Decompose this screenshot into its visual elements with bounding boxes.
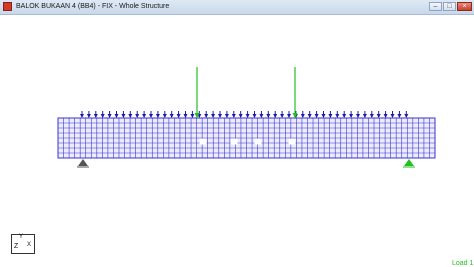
distributed-load-arrowhead	[397, 114, 402, 118]
distributed-load-arrowhead	[93, 114, 98, 118]
distributed-load-arrowhead	[135, 114, 140, 118]
distributed-load-arrowhead	[107, 114, 112, 118]
pin-support	[78, 159, 88, 166]
distributed-load-arrowhead	[80, 114, 84, 118]
distributed-load-arrowhead	[266, 114, 271, 118]
distributed-load-arrowhead	[287, 114, 291, 118]
beam-model	[57, 67, 436, 168]
distributed-load-arrowhead	[314, 114, 319, 118]
distributed-load-arrowhead	[356, 114, 360, 118]
structure-window: BALOK BUKAAN 4 (BB4) - FIX - Whole Struc…	[0, 0, 474, 267]
distributed-load-arrowhead	[328, 114, 333, 118]
distributed-load-arrowhead	[362, 114, 367, 118]
distributed-load-arrowhead	[252, 114, 257, 118]
distributed-load-arrowhead	[259, 114, 264, 118]
distributed-load-arrowhead	[390, 114, 395, 118]
distributed-load-arrowhead	[218, 114, 222, 118]
distributed-load-arrowhead	[404, 114, 409, 118]
distributed-load-arrowhead	[349, 114, 354, 118]
distributed-load-arrowhead	[155, 114, 160, 118]
axis-x-label: X	[27, 242, 32, 248]
axis-y-label: Y	[19, 234, 24, 240]
distributed-load-arrowhead	[231, 114, 236, 118]
distributed-load-arrowhead	[280, 114, 285, 118]
distributed-load-arrowhead	[190, 114, 195, 118]
distributed-load-arrowhead	[128, 114, 133, 118]
distributed-load-arrowhead	[121, 114, 126, 118]
close-button[interactable]: ×	[457, 2, 472, 11]
distributed-load-arrowhead	[307, 114, 312, 118]
roller-support	[404, 159, 414, 166]
distributed-load-arrowhead	[211, 114, 216, 118]
distributed-load-arrowhead	[245, 114, 250, 118]
distributed-load-arrowhead	[162, 114, 167, 118]
beam-opening	[230, 138, 238, 145]
distributed-load-arrowhead	[183, 114, 188, 118]
distributed-load-arrowhead	[100, 114, 105, 118]
distributed-load-arrowhead	[114, 114, 119, 118]
axis-z-label: Z	[14, 243, 19, 250]
minimize-icon: –	[433, 3, 438, 10]
distributed-load-arrowhead	[383, 114, 388, 118]
distributed-load-arrowhead	[273, 114, 278, 118]
beam-opening	[254, 138, 262, 145]
distributed-load-arrowhead	[86, 114, 91, 118]
maximize-button[interactable]: □	[443, 2, 456, 11]
structure-viewport[interactable]: Load 1	[0, 15, 474, 267]
distributed-load-arrowhead	[204, 114, 209, 118]
app-icon	[3, 2, 12, 11]
distributed-load-arrowhead	[176, 114, 181, 118]
beam-opening	[288, 138, 296, 145]
distributed-load-arrowhead	[142, 114, 147, 118]
maximize-icon: □	[447, 3, 452, 10]
distributed-load-arrowhead	[335, 114, 340, 118]
distributed-load-arrowhead	[238, 114, 243, 118]
distributed-load-arrowhead	[376, 114, 381, 118]
beam-opening	[199, 138, 207, 145]
distributed-load-arrowhead	[149, 114, 153, 118]
distributed-load-arrowhead	[169, 114, 174, 118]
window-title: BALOK BUKAAN 4 (BB4) - FIX - Whole Struc…	[16, 3, 170, 10]
load-case-label: Load 1	[452, 260, 474, 267]
axis-triad: Y Z X	[11, 234, 35, 254]
distributed-load-arrowhead	[342, 114, 347, 118]
distributed-load-arrowhead	[300, 114, 305, 118]
minimize-button[interactable]: –	[429, 2, 442, 11]
distributed-load-arrowhead	[321, 114, 326, 118]
distributed-load-arrowhead	[369, 114, 374, 118]
distributed-load-arrowhead	[224, 114, 229, 118]
title-bar[interactable]: BALOK BUKAAN 4 (BB4) - FIX - Whole Struc…	[0, 0, 474, 15]
close-icon: ×	[462, 3, 467, 10]
